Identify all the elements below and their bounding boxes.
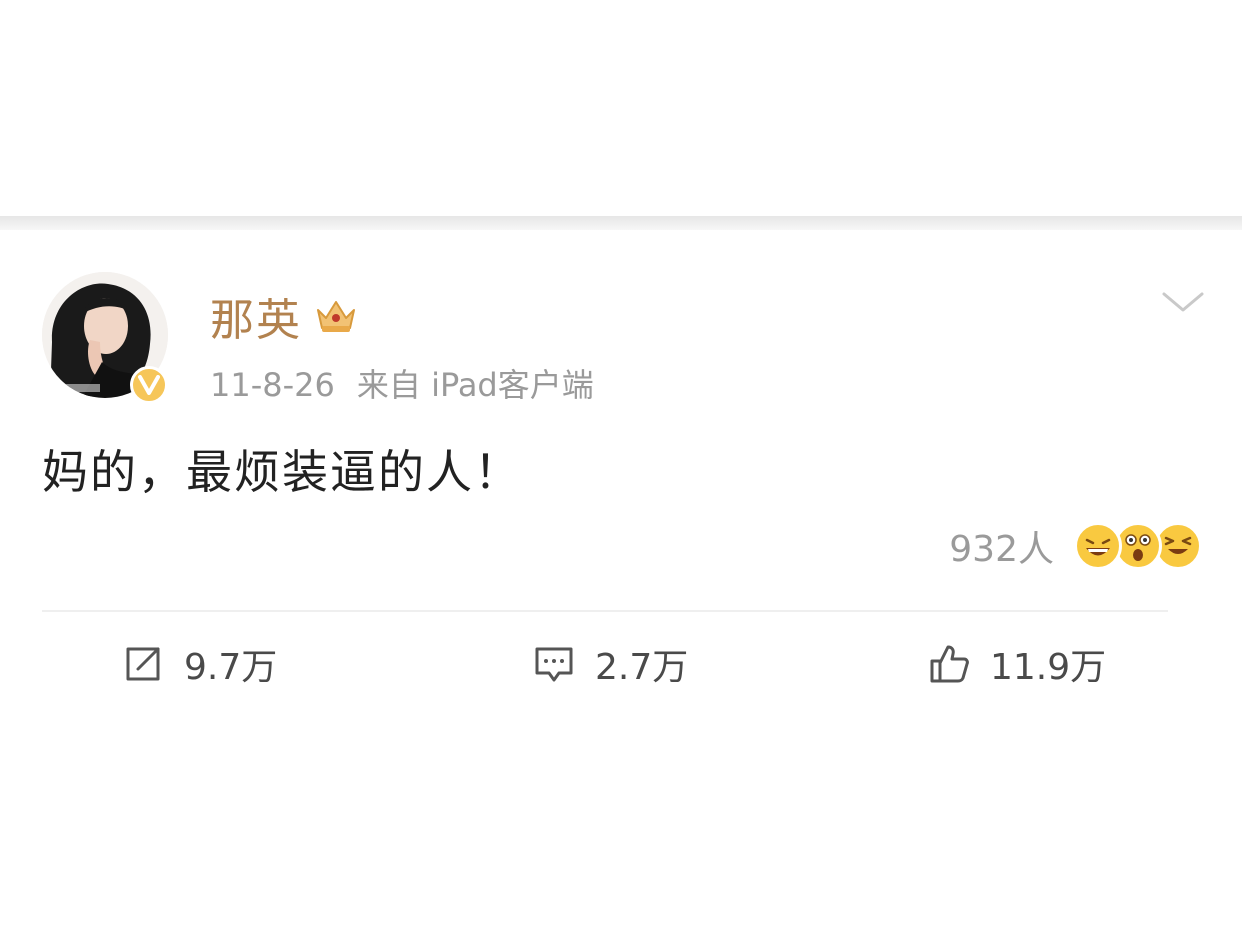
comment-button[interactable]: 2.7万	[533, 636, 688, 692]
laughing-emoji-icon	[1074, 522, 1122, 570]
post-source: 来自 iPad客户端	[356, 366, 594, 404]
comment-icon	[533, 643, 575, 685]
weibo-post-page: 那英 11-8-26 来自 iPad客户端 妈的，最烦装逼的人！ 932人 9.…	[0, 0, 1242, 932]
thumbs-up-icon	[928, 643, 970, 685]
repost-count: 9.7万	[184, 647, 278, 688]
post-date: 11-8-26	[210, 366, 335, 404]
feed-separator	[0, 216, 1242, 230]
repost-icon	[122, 643, 164, 685]
verified-badge	[130, 366, 168, 404]
like-count: 11.9万	[990, 647, 1107, 688]
reactions-summary[interactable]: 932人	[949, 518, 1202, 574]
author-name[interactable]: 那英	[210, 284, 302, 348]
verified-v-icon	[138, 375, 160, 395]
author-row: 那英	[210, 288, 358, 346]
emoji-stack	[1074, 518, 1202, 574]
like-button[interactable]: 11.9万	[928, 636, 1106, 692]
post-text: 妈的，最烦装逼的人！	[42, 445, 522, 499]
crown-icon[interactable]	[314, 296, 358, 336]
actions-divider	[42, 610, 1168, 612]
post-card	[0, 230, 1242, 932]
post-meta: 11-8-26 来自 iPad客户端	[210, 360, 594, 406]
top-blank-area	[0, 0, 1242, 216]
comment-count: 2.7万	[595, 647, 689, 688]
reaction-count: 932人	[949, 529, 1054, 570]
repost-button[interactable]: 9.7万	[122, 636, 277, 692]
chevron-down-icon[interactable]	[1160, 288, 1206, 316]
